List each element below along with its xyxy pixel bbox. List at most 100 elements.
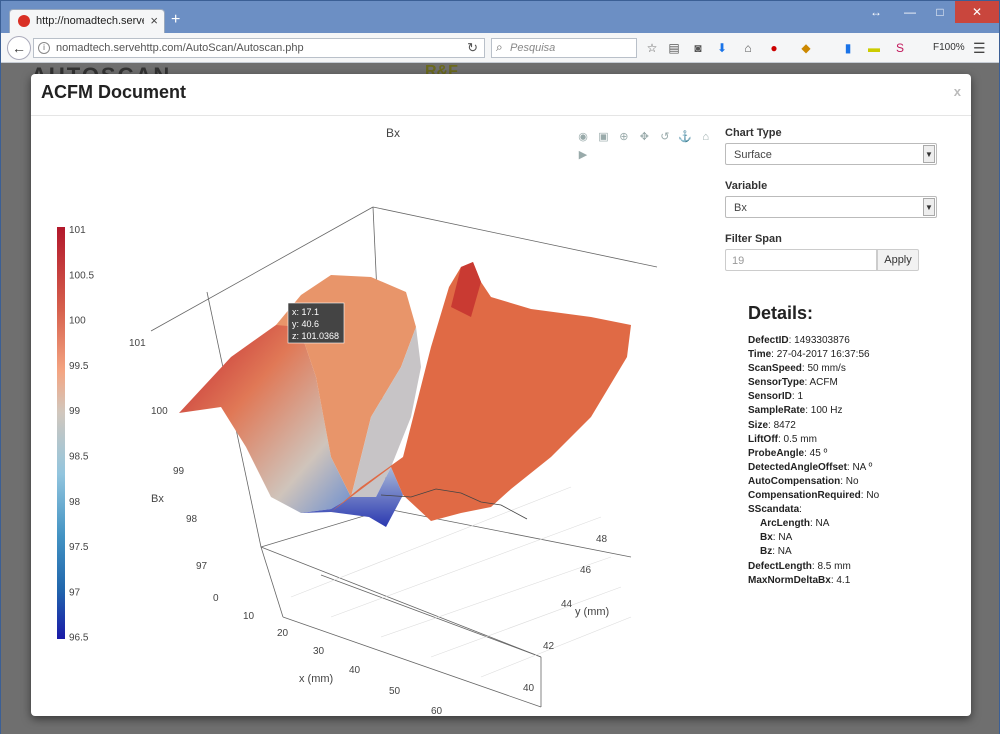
detail-key: DefectID bbox=[748, 335, 789, 346]
detail-key: Bz bbox=[760, 546, 773, 558]
x-tick-label: 50 bbox=[389, 686, 401, 697]
detail-row: SampleRate: 100 Hz bbox=[748, 404, 879, 418]
detail-value: : 27-04-2017 16:37:56 bbox=[771, 349, 870, 361]
y-tick-label: 42 bbox=[543, 641, 555, 652]
hover-tooltip: x: 17.1 y: 40.6 z: 101.0368 bbox=[287, 302, 345, 344]
maximize-icon[interactable]: □ bbox=[925, 1, 955, 23]
detail-row: ScanSpeed: 50 mm/s bbox=[748, 362, 879, 376]
info-icon[interactable]: i bbox=[38, 42, 50, 54]
detail-key: CompensationRequired bbox=[748, 490, 861, 502]
detail-key: AutoCompensation bbox=[748, 475, 841, 487]
colorbar-tick-label: 100 bbox=[69, 316, 86, 327]
y-tick-label: 48 bbox=[596, 534, 608, 545]
minimize-icon[interactable]: — bbox=[895, 1, 925, 23]
z-tick-label: 99 bbox=[173, 466, 185, 477]
y-tick-label: 40 bbox=[523, 683, 535, 694]
colorbar-tick-label: 101 bbox=[69, 225, 86, 236]
detail-row: DefectID: 1493303876 bbox=[748, 334, 879, 348]
tooltip-x: x: 17.1 bbox=[292, 307, 319, 317]
sync-icon[interactable]: ▮ bbox=[841, 41, 855, 55]
detail-key: Bx bbox=[760, 532, 773, 544]
detail-row: MaxNormDeltaBx: 4.1 bbox=[748, 574, 879, 588]
colorbar-tick-label: 99.5 bbox=[69, 361, 89, 372]
colorbar-tick-label: 99 bbox=[69, 406, 81, 417]
chevron-down-icon: ▼ bbox=[923, 145, 935, 163]
detail-value: : 45 º bbox=[804, 447, 828, 459]
detail-value: : 100 Hz bbox=[805, 405, 843, 417]
z-tick-label: 97 bbox=[196, 561, 208, 572]
home-icon[interactable]: ⌂ bbox=[741, 41, 755, 55]
z-tick-label: 101 bbox=[129, 338, 146, 349]
reading-list-icon[interactable]: ▤ bbox=[667, 41, 681, 55]
detail-value: : No bbox=[840, 475, 859, 487]
detail-row: Size: 8472 bbox=[748, 419, 879, 433]
detail-key: Time bbox=[748, 349, 772, 361]
search-icon: ⌕ bbox=[496, 40, 503, 54]
y-tick-label: 46 bbox=[580, 565, 592, 576]
filter-span-input[interactable]: 19 bbox=[725, 249, 877, 271]
details-list: DefectID: 1493303876 Time: 27-04-2017 16:… bbox=[748, 334, 879, 588]
detail-value: : NA bbox=[772, 532, 793, 544]
favicon-icon bbox=[18, 15, 30, 27]
x-tick-label: 40 bbox=[349, 665, 361, 676]
z-tick-label: 100 bbox=[151, 406, 168, 417]
variable-select[interactable]: Bx ▼ bbox=[725, 196, 937, 218]
search-input[interactable]: ⌕ Pesquisa bbox=[491, 38, 637, 58]
download-icon[interactable]: ⬇ bbox=[715, 41, 729, 55]
bookmark-star-icon[interactable]: ☆ bbox=[645, 41, 659, 55]
detail-value: : 8472 bbox=[768, 419, 796, 431]
resize-icon[interactable]: ↔ bbox=[861, 1, 891, 23]
tab-close-icon[interactable]: × bbox=[150, 13, 158, 28]
detail-row: Time: 27-04-2017 16:37:56 bbox=[748, 348, 879, 362]
chevron-down-icon: ▼ bbox=[923, 198, 935, 216]
detail-value: : NA º bbox=[846, 461, 873, 473]
chart-type-select[interactable]: Surface ▼ bbox=[725, 143, 937, 165]
detail-value: : 8.5 mm bbox=[811, 560, 851, 572]
chart-type-label: Chart Type bbox=[725, 127, 782, 139]
filter-span-value: 19 bbox=[732, 255, 745, 267]
url-bar[interactable]: i nomadtech.servehttp.com/AutoScan/Autos… bbox=[33, 38, 485, 58]
browser-tab[interactable]: http://nomadtech.servehttp. × bbox=[9, 9, 165, 33]
variable-value: Bx bbox=[734, 202, 747, 214]
close-window-icon[interactable]: ✕ bbox=[955, 1, 999, 23]
detail-key: SScandata bbox=[748, 504, 800, 516]
detail-row: DetectedAngleOffset: NA º bbox=[748, 461, 879, 475]
adblock-icon[interactable]: ● bbox=[767, 41, 781, 55]
filter-span-label: Filter Span bbox=[725, 233, 782, 245]
chart-svg: 101100.510099.59998.59897.59796.5 x: 17.… bbox=[57, 206, 658, 715]
extension-icon[interactable]: ◆ bbox=[799, 41, 813, 55]
close-icon[interactable]: x bbox=[954, 84, 961, 99]
zoom-level[interactable]: F100% bbox=[933, 42, 965, 53]
modal-title: ACFM Document bbox=[41, 82, 186, 102]
pocket-icon[interactable]: ◙ bbox=[691, 41, 705, 55]
modal-header: ACFM Document x bbox=[31, 74, 971, 116]
back-icon[interactable]: ← bbox=[7, 36, 31, 60]
x-tick-label: 20 bbox=[277, 628, 289, 639]
reload-icon[interactable]: ↻ bbox=[467, 40, 478, 56]
notes-icon[interactable]: ▬ bbox=[867, 41, 881, 55]
details-title: Details: bbox=[748, 303, 814, 323]
surface-chart[interactable]: Bx ◉ ▣ ⊕ ✥ ↺ ⚓ ⌂ ▶ 101 100.5 100 99.5 99… bbox=[31, 117, 721, 715]
y-axis-label: y (mm) bbox=[575, 606, 609, 618]
detail-value: : 1493303876 bbox=[788, 335, 850, 346]
acfm-modal: ACFM Document x Bx ◉ ▣ ⊕ ✥ ↺ ⚓ ⌂ ▶ 101 1… bbox=[31, 74, 971, 716]
apply-button[interactable]: Apply bbox=[877, 249, 919, 271]
new-tab-icon[interactable]: + bbox=[171, 11, 180, 29]
detail-row: SensorID: 1 bbox=[748, 390, 879, 404]
z-axis-label: Bx bbox=[151, 493, 164, 505]
menu-icon[interactable]: ☰ bbox=[973, 40, 986, 57]
detail-row: Bx: NA bbox=[748, 531, 879, 545]
detail-key: SensorType bbox=[748, 377, 805, 389]
detail-key: ScanSpeed bbox=[748, 363, 802, 375]
colorbar-tick-label: 97 bbox=[69, 587, 81, 598]
x-tick-label: 60 bbox=[431, 706, 443, 715]
x-axis-label: x (mm) bbox=[299, 673, 333, 685]
url-text: nomadtech.servehttp.com/AutoScan/Autosca… bbox=[56, 42, 304, 54]
detail-value: : NA bbox=[810, 518, 830, 530]
s-extension-icon[interactable]: S bbox=[893, 41, 907, 55]
detail-value: : 1 bbox=[791, 391, 804, 403]
detail-key: DefectLength bbox=[748, 560, 812, 572]
detail-row: ArcLength: NA bbox=[748, 517, 879, 531]
detail-key: DetectedAngleOffset bbox=[748, 461, 847, 473]
detail-row: AutoCompensation: No bbox=[748, 475, 879, 489]
